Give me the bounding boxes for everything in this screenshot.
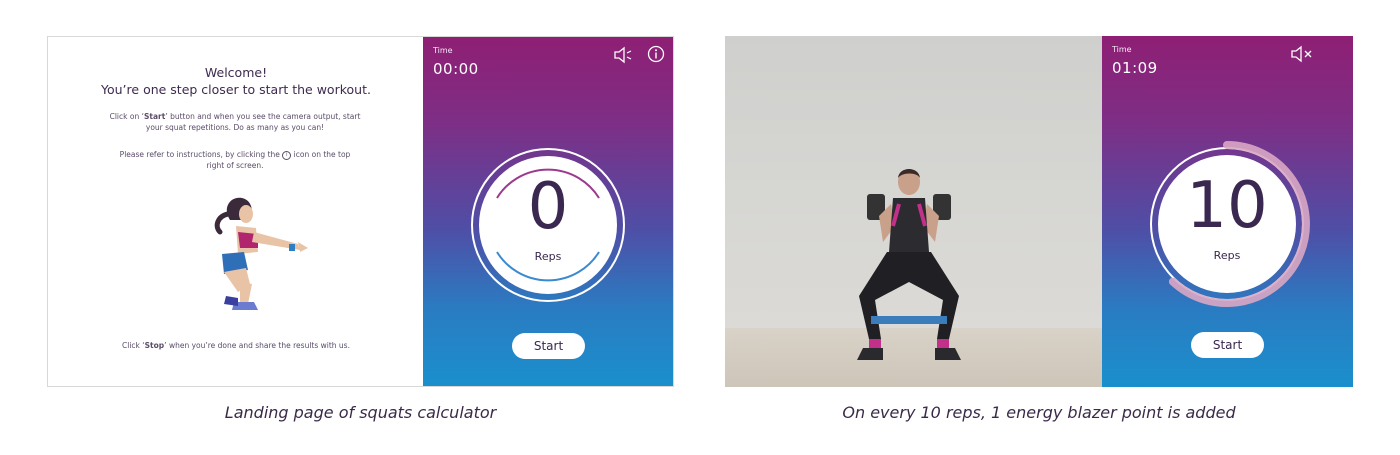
- squatting-woman-illustration: [214, 197, 308, 310]
- instr-text: Click on ‘: [109, 112, 144, 121]
- info-icon: i: [282, 150, 292, 160]
- reps-label: Reps: [1213, 249, 1241, 262]
- start-button[interactable]: Start: [512, 333, 585, 359]
- start-instruction: Click on ‘Start’ button and when you see…: [100, 111, 370, 133]
- caption-landing: Landing page of squats calculator: [224, 403, 497, 422]
- start-button[interactable]: Start: [1191, 332, 1264, 358]
- instr-start-word: Start: [143, 112, 166, 121]
- counter-panel: Time 01:09 10 Reps Start: [1102, 36, 1353, 387]
- footer-stop-word: Stop: [144, 341, 165, 350]
- timer-display: 00:00: [433, 60, 479, 78]
- instr-text: ’ button and when you see the camera out…: [145, 112, 361, 132]
- counter-panel: Time 00:00 0 Reps Start: [423, 37, 673, 386]
- rep-count: 0: [527, 170, 569, 244]
- speaker-icon[interactable]: [613, 46, 633, 64]
- landing-screen: Welcome! You’re one step closer to start…: [47, 36, 674, 387]
- instr-text: Please refer to instructions, by clickin…: [119, 150, 280, 159]
- rep-count: 10: [1186, 169, 1268, 243]
- time-label: Time: [433, 46, 453, 55]
- info-instruction: Please refer to instructions, by clickin…: [114, 149, 356, 171]
- welcome-panel: Welcome! You’re one step closer to start…: [48, 37, 424, 386]
- woman-squatting-with-dumbbells-photo: [725, 36, 1102, 387]
- muted-speaker-icon[interactable]: [1290, 45, 1314, 63]
- reps-label: Reps: [534, 250, 562, 263]
- welcome-subtitle: You’re one step closer to start the work…: [101, 82, 371, 97]
- stop-instruction: Click ‘Stop’ when you’re done and share …: [68, 341, 404, 350]
- welcome-title: Welcome!: [204, 65, 268, 80]
- caption-workout: On every 10 reps, 1 energy blazer point …: [842, 403, 1236, 422]
- footer-text: Click ‘: [122, 341, 145, 350]
- info-icon[interactable]: [647, 45, 665, 63]
- time-label: Time: [1112, 45, 1132, 54]
- footer-text: ’ when you’re done and share the results…: [164, 341, 350, 350]
- workout-screen: Time 01:09 10 Reps Start: [725, 36, 1353, 387]
- timer-display: 01:09: [1112, 59, 1158, 77]
- person-figure: [857, 169, 961, 360]
